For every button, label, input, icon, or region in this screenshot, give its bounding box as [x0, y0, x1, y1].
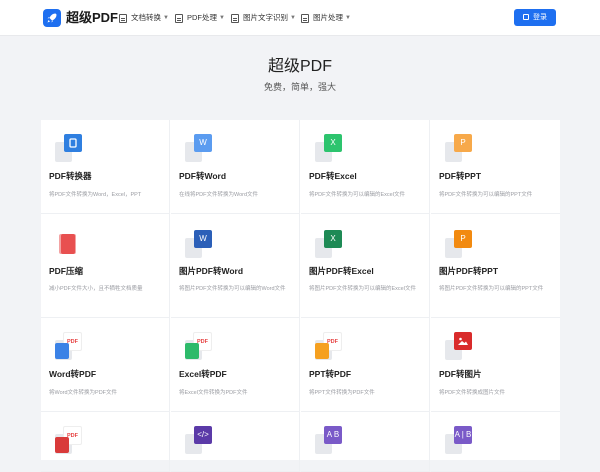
office-convert-icon [55, 134, 83, 162]
word-icon: W [185, 230, 213, 258]
tool-card[interactable]: PDF Word转PDF 将Word文件转换为PDF文件 [41, 318, 170, 412]
chevron-down-icon: ▼ [345, 15, 351, 21]
word-icon: W [185, 134, 213, 162]
login-button[interactable]: 登录 [514, 9, 556, 26]
tool-description: 将PPT文件转换为PDF文件 [309, 390, 375, 396]
tool-title: PDF转换器 [49, 171, 92, 181]
excel-to-pdf-icon: PDF [185, 332, 213, 360]
nav-ocr[interactable]: 图片文字识别 ▼ [231, 11, 296, 25]
tool-description: 将图片PDF文件转换为可以编辑的Excel文件 [309, 286, 416, 292]
compress-icon [55, 230, 83, 258]
tool-title: PDF转Excel [309, 171, 357, 181]
document-icon [175, 13, 183, 23]
chevron-down-icon: ▼ [290, 15, 296, 21]
tool-card[interactable]: PDF压缩减小PDF文件大小，且不牺牲文档质量 [41, 214, 170, 318]
top-navbar: 超级PDF 文档转换 ▼ PDF处理 ▼ 图片文字识别 ▼ 图片处理 ▼ 登录 [0, 0, 600, 36]
nav-pdf-tools[interactable]: PDF处理 ▼ [175, 11, 225, 25]
tool-card[interactable]: P PDF转PPT 将PDF文件转换为可以编辑的PPT文件 [431, 120, 560, 214]
nav-label: 图片文字识别 [243, 13, 288, 22]
ppt-to-pdf-icon: PDF [315, 332, 343, 360]
tool-card[interactable]: X 图片PDF转Excel 将图片PDF文件转换为可以编辑的Excel文件 [301, 214, 430, 318]
tool-title: PDF压缩 [49, 266, 84, 276]
tool-card[interactable]: W PDF转Word 在线将PDF文件转换为Word文件 [171, 120, 300, 214]
tool-grid: PDF转换器将PDF文件转换为Word，Excel，PPT W PDF转Word 在线… [41, 120, 560, 472]
tool-card[interactable]: PDF转图片将PDF文件转换成图片文件 [431, 318, 560, 412]
ppt-icon: P [445, 230, 473, 258]
tool-description: 将Word文件转换为PDF文件 [49, 390, 118, 396]
user-icon [523, 14, 529, 20]
tool-title: PPT转PDF [309, 369, 352, 379]
excel-icon: X [315, 134, 343, 162]
tool-card[interactable]: A B [301, 412, 430, 472]
nav-image-tools[interactable]: 图片处理 ▼ [301, 11, 351, 25]
file-icon [301, 13, 309, 23]
hero-title: 超级PDF [267, 58, 332, 75]
chevron-down-icon: ▼ [163, 15, 169, 21]
tool-description: 在线将PDF文件转换为Word文件 [179, 192, 259, 198]
tool-description: 将图片PDF文件转换为可以编辑的Word文件 [179, 286, 286, 292]
nav-label: PDF处理 [187, 13, 217, 22]
tool-title: 图片PDF转Word [179, 266, 244, 276]
tool-title: Word转PDF [49, 369, 97, 379]
hero-subtitle: 免费，简单，强大 [263, 82, 336, 92]
nav-label: 图片处理 [313, 13, 343, 22]
document-icon [119, 13, 127, 23]
tool-card[interactable]: A | B [431, 412, 560, 472]
tool-title: 图片PDF转Excel [309, 266, 374, 276]
image-icon [231, 13, 239, 23]
tool-description: 将PDF文件转换为可以编辑的PPT文件 [439, 192, 533, 198]
tool-description: 将PDF文件转换成图片文件 [439, 390, 506, 396]
tool-description: 将PDF文件转换为可以编辑的Excel文件 [309, 192, 405, 198]
login-label: 登录 [533, 14, 547, 21]
chevron-down-icon: ▼ [219, 15, 225, 21]
tool-card[interactable]: PDF Excel转PDF 将Excel文件转换为PDF文件 [171, 318, 300, 412]
tool-card[interactable]: PDF PPT转PDF 将PPT文件转换为PDF文件 [301, 318, 430, 412]
pdf-to-image-icon [445, 332, 473, 360]
tool-description: 将图片PDF文件转换为可以编辑的PPT文件 [439, 286, 544, 292]
tool-card[interactable]: X PDF转Excel 将PDF文件转换为可以编辑的Excel文件 [301, 120, 430, 214]
rocket-logo-icon[interactable] [43, 9, 61, 27]
tool-description: 将Excel文件转换为PDF文件 [179, 390, 248, 396]
ppt-icon: P [445, 134, 473, 162]
word-to-pdf-icon: PDF [55, 332, 83, 360]
tool-card[interactable]: P 图片PDF转PPT 将图片PDF文件转换为可以编辑的PPT文件 [431, 214, 560, 318]
tool-title: PDF转图片 [439, 369, 482, 379]
tool-title: 图片PDF转PPT [439, 266, 499, 276]
nav-doc-convert[interactable]: 文档转换 ▼ [119, 11, 169, 25]
brand-name[interactable]: 超级PDF [66, 10, 118, 26]
tool-title: PDF转Word [179, 171, 227, 181]
tool-description: 减小PDF文件大小，且不牺牲文档质量 [49, 286, 143, 292]
excel-icon: X [315, 230, 343, 258]
tool-card[interactable]: PDF [41, 412, 170, 472]
tool-card[interactable]: W 图片PDF转Word 将图片PDF文件转换为可以编辑的Word文件 [171, 214, 300, 318]
tool-title: Excel转PDF [179, 369, 227, 379]
tool-card[interactable]: </> [171, 412, 300, 472]
tool-card[interactable]: PDF转换器将PDF文件转换为Word，Excel，PPT [41, 120, 170, 214]
nav-label: 文档转换 [131, 13, 161, 22]
tool-title: PDF转PPT [439, 171, 482, 181]
tool-description: 将PDF文件转换为Word，Excel，PPT [49, 192, 142, 198]
